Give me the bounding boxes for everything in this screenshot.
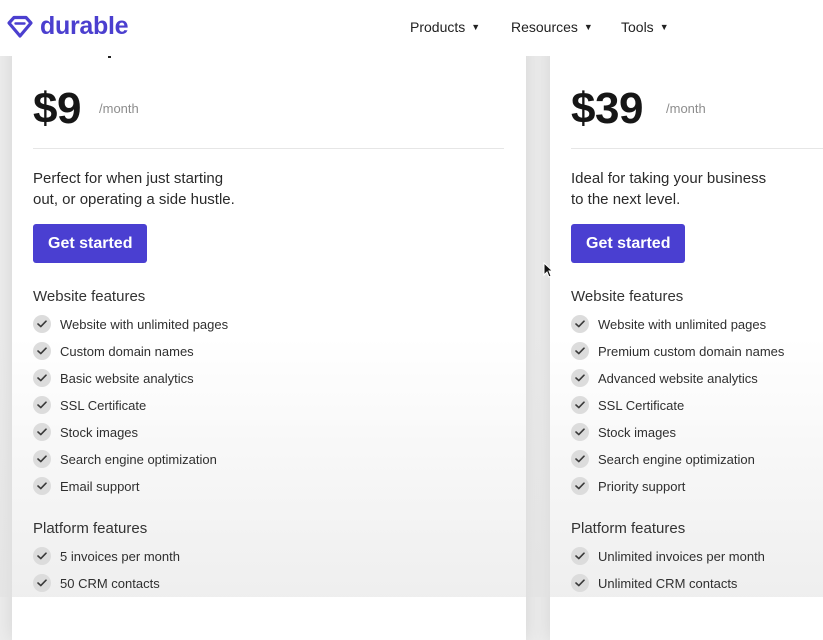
top-navigation-bar: durable Products ▼ Resources ▼ Tools ▼: [0, 0, 823, 56]
platform-features-title: Platform features: [571, 520, 686, 537]
feature-label: 50 CRM contacts: [60, 575, 160, 591]
platform-feature-item: 50 CRM contacts: [33, 574, 160, 592]
check-icon: [571, 450, 589, 468]
plan-divider: [571, 148, 823, 149]
website-feature-item: SSL Certificate: [33, 396, 146, 414]
feature-label: Email support: [60, 478, 140, 494]
check-icon: [571, 423, 589, 441]
website-feature-item: Custom domain names: [33, 342, 194, 360]
caret-down-icon: ▼: [659, 22, 669, 32]
website-features-title: Website features: [571, 288, 684, 305]
check-icon: [571, 342, 589, 360]
check-icon: [33, 574, 51, 592]
feature-label: Advanced website analytics: [598, 370, 758, 386]
check-icon: [33, 547, 51, 565]
check-icon: [33, 396, 51, 414]
get-started-button[interactable]: Get started: [33, 224, 148, 263]
plan-description-line: Perfect for when just starting: [33, 170, 224, 187]
website-features-title: Website features: [33, 288, 146, 305]
check-icon: [33, 423, 51, 441]
check-icon: [571, 574, 589, 592]
plan-price: $39: [571, 84, 643, 133]
plan-divider: [33, 148, 504, 149]
check-icon: [571, 547, 589, 565]
website-feature-item: Email support: [33, 477, 139, 495]
feature-label: SSL Certificate: [60, 397, 147, 413]
feature-label: Custom domain names: [60, 343, 194, 359]
plan-period: /month: [99, 101, 139, 116]
nav-products-label: Products: [410, 19, 466, 35]
platform-feature-item: Unlimited invoices per month: [571, 547, 765, 565]
check-icon: [33, 315, 51, 333]
caret-down-icon: ▼: [583, 22, 593, 32]
feature-label: Priority support: [598, 478, 686, 494]
website-feature-item: Stock images: [571, 423, 676, 441]
feature-label: SSL Certificate: [598, 397, 685, 413]
check-icon: [571, 315, 589, 333]
website-feature-item: Search engine optimization: [571, 450, 755, 468]
feature-label: Search engine optimization: [60, 451, 217, 467]
feature-label: Website with unlimited pages: [598, 316, 767, 332]
feature-label: Website with unlimited pages: [60, 316, 229, 332]
diamond-logo-icon: [6, 15, 34, 39]
plan-description-line: out, or operating a side hustle.: [33, 191, 235, 208]
website-feature-item: Premium custom domain names: [571, 342, 784, 360]
website-feature-item: Website with unlimited pages: [33, 315, 228, 333]
feature-label: Stock images: [60, 424, 139, 440]
nav-products[interactable]: Products ▼: [410, 19, 480, 35]
get-started-button[interactable]: Get started: [571, 224, 686, 263]
feature-label: Unlimited invoices per month: [598, 548, 765, 564]
plan-price: $9: [33, 84, 81, 133]
platform-features-title: Platform features: [33, 520, 148, 537]
feature-label: Search engine optimization: [598, 451, 755, 467]
caret-down-icon: ▼: [471, 22, 481, 32]
plan-description-line: to the next level.: [571, 191, 681, 208]
check-icon: [571, 369, 589, 387]
feature-label: Premium custom domain names: [598, 343, 785, 359]
plan-description-line: Ideal for taking your business: [571, 170, 767, 187]
website-feature-item: SSL Certificate: [571, 396, 684, 414]
platform-feature-item: Unlimited CRM contacts: [571, 574, 737, 592]
check-icon: [33, 477, 51, 495]
website-feature-item: Search engine optimization: [33, 450, 217, 468]
nav-tools-label: Tools: [621, 19, 654, 35]
mouse-cursor-icon: [543, 261, 554, 283]
check-icon: [33, 342, 51, 360]
nav-resources-label: Resources: [511, 19, 578, 35]
plan-description: Ideal for taking your business to the ne…: [571, 168, 766, 210]
brand-name: durable: [40, 12, 129, 40]
website-feature-item: Advanced website analytics: [571, 369, 758, 387]
feature-label: Unlimited CRM contacts: [598, 575, 738, 591]
platform-feature-item: 5 invoices per month: [33, 547, 180, 565]
check-icon: [571, 396, 589, 414]
feature-label: Stock images: [598, 424, 677, 440]
website-feature-item: Priority support: [571, 477, 685, 495]
check-icon: [571, 477, 589, 495]
plan-description: Perfect for when just starting out, or o…: [33, 168, 235, 210]
check-icon: [33, 369, 51, 387]
brand-logo[interactable]: durable: [6, 12, 129, 41]
feature-label: Basic website analytics: [60, 370, 194, 386]
nav-resources[interactable]: Resources ▼: [511, 19, 593, 35]
website-feature-item: Website with unlimited pages: [571, 315, 766, 333]
website-feature-item: Basic website analytics: [33, 369, 194, 387]
check-icon: [33, 450, 51, 468]
feature-label: 5 invoices per month: [60, 548, 180, 564]
website-feature-item: Stock images: [33, 423, 138, 441]
nav-tools[interactable]: Tools ▼: [621, 19, 669, 35]
plan-period: /month: [666, 101, 706, 116]
